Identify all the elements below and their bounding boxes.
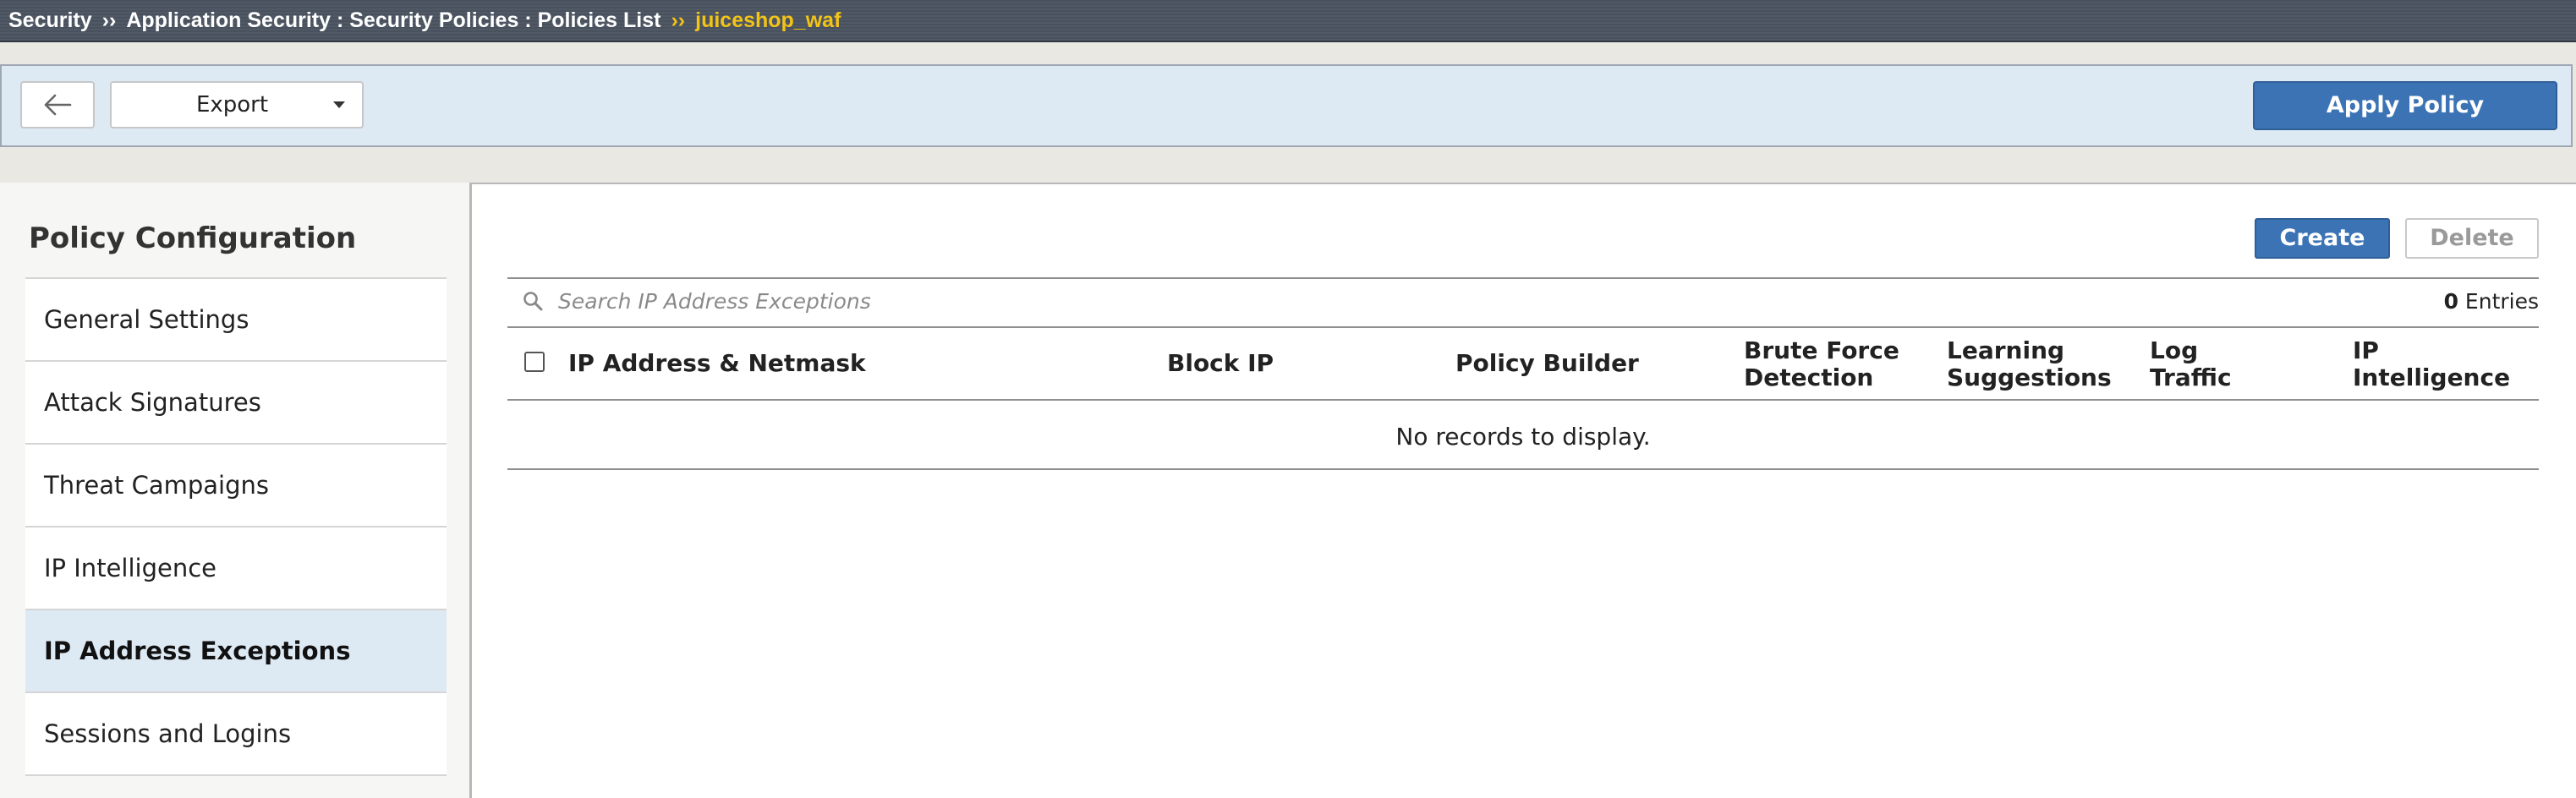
column-header-text: Traffic xyxy=(2150,363,2232,391)
nav-item-threat-campaigns[interactable]: Threat Campaigns xyxy=(25,443,447,526)
entries-number: 0 xyxy=(2443,289,2458,314)
delete-button[interactable]: Delete xyxy=(2405,218,2539,259)
policy-nav-list: General Settings Attack Signatures Threa… xyxy=(25,277,447,776)
column-header-text: IP Address & Netmask xyxy=(568,349,866,377)
nav-item-label: Attack Signatures xyxy=(44,388,261,417)
breadcrumb-item-policies-list[interactable]: Application Security : Security Policies… xyxy=(126,8,660,33)
column-header-log-traffic[interactable]: Log Traffic xyxy=(2150,337,2232,391)
breadcrumb: Security ›› Application Security : Secur… xyxy=(0,0,2576,42)
entries-label: Entries xyxy=(2464,289,2539,314)
main-content xyxy=(472,183,2576,798)
empty-table-message: No records to display. xyxy=(1395,423,1651,451)
column-header-text: Brute Force xyxy=(1744,336,1899,364)
breadcrumb-separator: ›› xyxy=(101,8,117,32)
column-header-ip-intelligence[interactable]: IP Intelligence xyxy=(2353,337,2510,391)
nav-item-general-settings[interactable]: General Settings xyxy=(25,277,447,360)
policy-toolbar: Export Apply Policy xyxy=(0,64,2573,147)
nav-item-label: IP Address Exceptions xyxy=(44,637,351,665)
nav-item-label: General Settings xyxy=(44,305,249,334)
panel-heading: Policy Configuration xyxy=(29,221,357,255)
divider xyxy=(507,277,2539,279)
column-header-block-ip[interactable]: Block IP xyxy=(1167,350,1274,377)
breadcrumb-current-policy: juiceshop_waf xyxy=(695,8,841,32)
column-header-brute-force-detection[interactable]: Brute Force Detection xyxy=(1744,337,1899,391)
nav-item-sessions-and-logins[interactable]: Sessions and Logins xyxy=(25,691,447,776)
nav-item-ip-intelligence[interactable]: IP Intelligence xyxy=(25,526,447,609)
search-input[interactable] xyxy=(558,284,1827,318)
export-label: Export xyxy=(195,92,269,118)
export-dropdown[interactable]: Export xyxy=(110,81,364,128)
column-header-ip-address[interactable]: IP Address & Netmask xyxy=(568,350,866,377)
divider xyxy=(507,326,2539,328)
create-button[interactable]: Create xyxy=(2255,218,2390,259)
column-header-text: Learning xyxy=(1947,336,2065,364)
breadcrumb-item-security[interactable]: Security xyxy=(8,8,92,33)
nav-item-label: Sessions and Logins xyxy=(44,719,292,748)
column-header-text: Suggestions xyxy=(1947,363,2112,391)
column-header-text: Block IP xyxy=(1167,349,1274,377)
back-button[interactable] xyxy=(20,81,95,128)
nav-item-attack-signatures[interactable]: Attack Signatures xyxy=(25,360,447,443)
divider xyxy=(507,399,2539,401)
policy-configuration-panel: Policy Configuration General Settings At… xyxy=(0,183,472,798)
column-header-text: IP xyxy=(2353,336,2379,364)
column-header-text: Log xyxy=(2150,336,2199,364)
nav-item-ip-address-exceptions[interactable]: IP Address Exceptions xyxy=(25,609,447,691)
entries-count: 0 Entries xyxy=(2444,289,2539,314)
caret-down-icon xyxy=(333,101,345,108)
apply-policy-button[interactable]: Apply Policy xyxy=(2253,81,2557,130)
search-icon xyxy=(523,292,543,311)
arrow-left-icon xyxy=(44,94,72,116)
column-header-learning-suggestions[interactable]: Learning Suggestions xyxy=(1947,337,2112,391)
breadcrumb-separator: ›› xyxy=(671,8,686,32)
column-header-text: Detection xyxy=(1744,363,1874,391)
divider xyxy=(507,468,2539,470)
column-header-text: Intelligence xyxy=(2353,363,2511,391)
nav-item-label: IP Intelligence xyxy=(44,554,216,582)
nav-item-label: Threat Campaigns xyxy=(44,471,269,500)
select-all-checkbox[interactable] xyxy=(524,352,545,372)
column-header-text: Policy Builder xyxy=(1455,349,1639,377)
column-header-policy-builder[interactable]: Policy Builder xyxy=(1455,350,1639,377)
